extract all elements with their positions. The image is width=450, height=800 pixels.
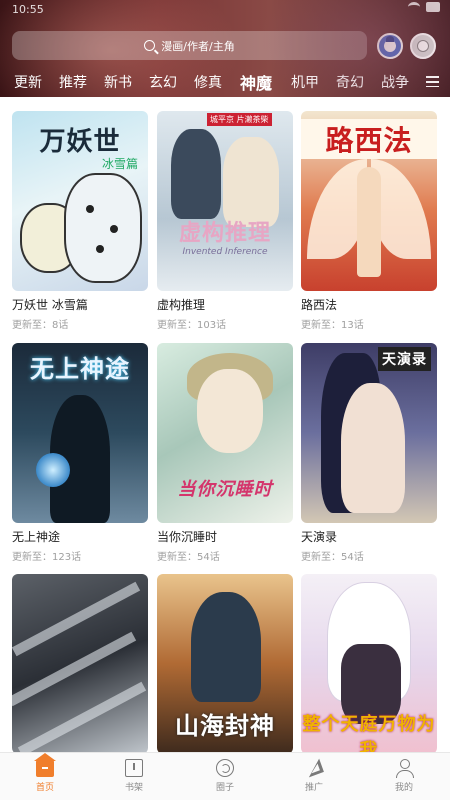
comic-cover[interactable]: 当你沉睡时 [157, 343, 293, 523]
cover-title: 当你沉睡时 [177, 479, 273, 500]
comic-card[interactable]: 山海封神 [157, 574, 293, 752]
nav-label: 我的 [394, 783, 413, 793]
comic-cover[interactable]: 无上神途 [12, 343, 148, 523]
tab-xiuzhen[interactable]: 修真 [194, 72, 222, 92]
comic-title: 路西法 [301, 298, 338, 312]
comic-cover[interactable]: 整个天庭万物为我 [301, 574, 437, 752]
comic-card[interactable]: 整个天庭万物为我 [301, 574, 437, 752]
comic-update-status: 更新至：54话 [157, 552, 220, 563]
character-avatar-icon [384, 36, 396, 52]
comic-card[interactable]: 路西法 路西法 更新至：13话 [301, 111, 437, 331]
cover-subtitle: Invented Inference [182, 247, 268, 257]
cover-subtitle: 冰雪篇 [101, 157, 138, 171]
comic-title: 无上神途 [12, 530, 61, 544]
nav-label: 圈子 [215, 783, 234, 793]
wifi-icon [408, 2, 420, 12]
promote-icon [305, 759, 323, 777]
comic-card[interactable]: 万妖世 冰雪篇 万妖世 冰雪篇 更新至：8话 [12, 111, 148, 331]
comic-title: 当你沉睡时 [157, 530, 218, 544]
profile-icon [395, 759, 414, 778]
bookshelf-icon [125, 759, 143, 777]
comic-cover[interactable] [12, 574, 148, 752]
nav-home[interactable]: 首页 [15, 753, 75, 793]
status-time: 10:55 [12, 3, 44, 16]
header: 10:55 漫画/作者/主角 更新 推荐 新书 玄幻 修真 神魔 机甲 奇幻 战… [0, 0, 450, 97]
comic-cover[interactable]: 山海封神 [157, 574, 293, 752]
comic-cover[interactable]: 天演录 [301, 343, 437, 523]
user-avatar-button[interactable] [410, 33, 436, 59]
comic-card[interactable]: 城平京 片濑茶柴 虚构推理 Invented Inference 虚构推理 更新… [157, 111, 293, 331]
comic-update-status: 更新至：54话 [301, 552, 364, 563]
comic-card[interactable]: 当你沉睡时 当你沉睡时 更新至：54话 [157, 343, 293, 563]
search-icon [144, 40, 156, 51]
category-tabs: 更新 推荐 新书 玄幻 修真 神魔 机甲 奇幻 战争 [0, 69, 450, 95]
search-placeholder: 漫画/作者/主角 [161, 39, 235, 53]
comic-title: 虚构推理 [157, 298, 206, 312]
comic-update-status: 更新至：123话 [12, 552, 82, 563]
comic-card[interactable]: 天演录 天演录 更新至：54话 [301, 343, 437, 563]
comic-update-status: 更新至：13话 [301, 320, 364, 331]
comic-title: 天演录 [301, 530, 338, 544]
nav-label: 书架 [124, 783, 143, 793]
comic-grid: 万妖世 冰雪篇 万妖世 冰雪篇 更新至：8话 城平京 片濑茶柴 虚构推理 Inv… [0, 97, 450, 752]
comic-update-status: 更新至：103话 [157, 320, 227, 331]
tab-update[interactable]: 更新 [14, 72, 42, 92]
cover-author: 城平京 片濑茶柴 [207, 113, 272, 126]
comic-title: 万妖世 冰雪篇 [12, 298, 88, 312]
nav-label: 推广 [304, 783, 323, 793]
cover-title: 山海封神 [175, 711, 275, 740]
comic-cover[interactable]: 万妖世 冰雪篇 [12, 111, 148, 291]
tab-new[interactable]: 新书 [104, 72, 132, 92]
search-input[interactable]: 漫画/作者/主角 [12, 31, 367, 60]
cover-title: 整个天庭万物为我 [302, 714, 436, 752]
comic-card[interactable] [12, 574, 148, 752]
battery-icon [426, 2, 440, 12]
cover-title: 虚构推理 [178, 220, 271, 246]
comic-cover[interactable]: 城平京 片濑茶柴 虚构推理 Invented Inference [157, 111, 293, 291]
character-avatar-button[interactable] [377, 33, 403, 59]
home-icon [34, 753, 56, 777]
tab-fantasy[interactable]: 奇幻 [336, 72, 364, 92]
tab-shenmo[interactable]: 神魔 [240, 70, 272, 94]
comic-update-status: 更新至：8话 [12, 320, 69, 331]
nav-bookshelf[interactable]: 书架 [104, 759, 164, 793]
nav-profile[interactable]: 我的 [374, 759, 434, 793]
user-avatar-icon [417, 40, 429, 52]
comic-cover[interactable]: 路西法 [301, 111, 437, 291]
community-icon [216, 759, 234, 777]
tab-mecha[interactable]: 机甲 [291, 72, 319, 92]
cover-title: 万妖世 [39, 127, 121, 157]
cover-title: 无上神途 [30, 354, 130, 383]
nav-label: 首页 [35, 783, 54, 793]
tab-recommend[interactable]: 推荐 [59, 72, 87, 92]
comic-card[interactable]: 无上神途 无上神途 更新至：123话 [12, 343, 148, 563]
cover-title: 路西法 [301, 119, 437, 159]
cover-title: 天演录 [378, 347, 431, 371]
menu-icon[interactable] [426, 76, 439, 88]
nav-community[interactable]: 圈子 [195, 759, 255, 793]
bottom-nav: 首页 书架 圈子 推广 我的 [0, 752, 450, 800]
status-bar: 10:55 [0, 0, 450, 20]
tab-xuanhuan[interactable]: 玄幻 [149, 72, 177, 92]
nav-promote[interactable]: 推广 [284, 759, 344, 793]
tab-war[interactable]: 战争 [381, 72, 409, 92]
